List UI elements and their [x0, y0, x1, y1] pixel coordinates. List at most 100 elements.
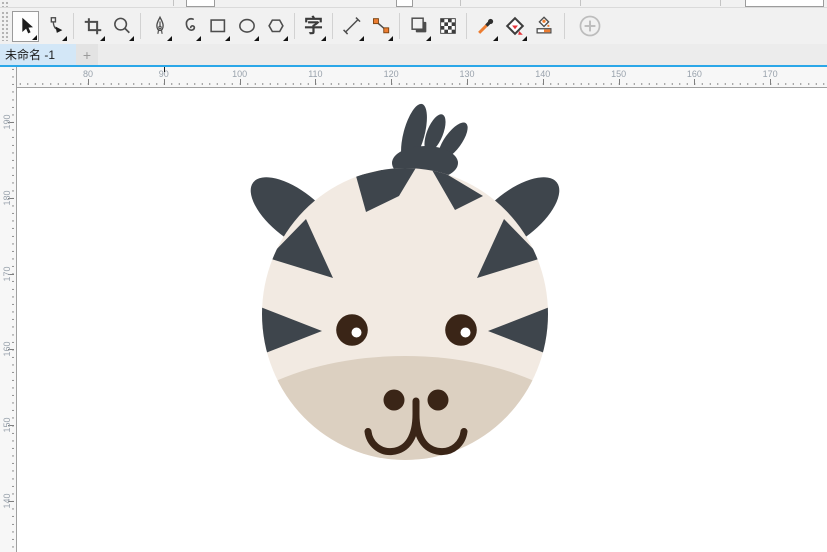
polygon-tool[interactable] — [262, 11, 289, 42]
pen-tool[interactable] — [146, 11, 173, 42]
toolbox: 字 — [0, 8, 827, 44]
interactive-fill-icon — [505, 16, 524, 36]
drawing-page[interactable] — [17, 88, 827, 552]
document-tab-bar: 未命名 -1 + — [0, 44, 827, 65]
right-eye-highlight — [460, 327, 471, 338]
bspline-icon — [185, 17, 195, 31]
smart-fill-icon — [535, 16, 552, 34]
document-tab-untitled[interactable]: 未命名 -1 — [0, 44, 76, 65]
interactive-fill-tool[interactable] — [501, 11, 528, 42]
document-tab-label: 未命名 -1 — [5, 48, 56, 62]
h-ruler-major-tick — [88, 79, 89, 85]
left-nostril[interactable] — [383, 389, 405, 411]
h-ruler-label: 130 — [459, 69, 475, 79]
horizontal-ruler-minor-ticks — [17, 83, 827, 85]
vertical-ruler-minor-ticks — [12, 67, 14, 552]
flyout-arrow-icon[interactable] — [283, 35, 288, 41]
flyout-arrow-icon[interactable] — [426, 35, 431, 41]
v-ruler-label: 150 — [2, 417, 12, 433]
h-ruler-major-tick — [694, 79, 696, 85]
flyout-arrow-icon[interactable] — [493, 35, 498, 41]
property-bar-separator — [460, 0, 461, 6]
ruler-cursor-position-marker — [164, 67, 165, 72]
flyout-arrow-icon[interactable] — [522, 35, 527, 41]
polygon-icon — [267, 19, 284, 33]
v-ruler-label: 180 — [2, 190, 12, 206]
pen-icon — [155, 15, 164, 34]
zoom-tool[interactable] — [108, 11, 135, 42]
application-window: 字 未命名 -1 + 80 90 100 110 120 130 140 150 160 170 … — [0, 0, 827, 552]
smart-fill-tool[interactable] — [530, 11, 557, 42]
contour-icon — [410, 17, 426, 33]
property-bar-combobox-fragment — [745, 0, 824, 7]
toolbar-grip-dots — [1, 11, 8, 41]
h-ruler-major-tick — [239, 79, 241, 85]
flyout-arrow-icon[interactable] — [321, 35, 326, 41]
h-ruler-major-tick — [618, 79, 620, 85]
bspline-tool[interactable] — [175, 11, 202, 42]
text-tool[interactable]: 字 — [300, 11, 327, 42]
h-ruler-label: 140 — [535, 69, 551, 79]
h-ruler-label: 80 — [82, 69, 94, 79]
muzzle[interactable] — [205, 356, 605, 552]
left-eye-highlight — [351, 327, 362, 338]
dimension-tool[interactable] — [338, 11, 365, 42]
pick-tool[interactable] — [12, 10, 39, 42]
rectangle-tool[interactable] — [204, 11, 231, 42]
property-bar-separator — [580, 0, 581, 6]
flyout-arrow-icon[interactable] — [254, 35, 259, 41]
toolbar-grip-dots — [1, 1, 8, 7]
connector-tool[interactable] — [367, 11, 394, 42]
plus-circle-icon — [579, 15, 600, 37]
rectangle-icon — [209, 19, 225, 33]
flyout-arrow-icon[interactable] — [388, 35, 393, 41]
h-ruler-label: 160 — [686, 69, 702, 79]
property-bar-combobox-fragment — [396, 0, 413, 7]
horizontal-ruler[interactable]: 80 90 100 110 120 130 140 150 160 170 — [17, 67, 827, 88]
h-ruler-major-tick — [542, 79, 544, 85]
h-ruler-major-tick — [467, 79, 468, 85]
crop-tool[interactable] — [79, 11, 106, 42]
h-ruler-label: 170 — [762, 69, 778, 79]
connector-icon — [372, 18, 389, 34]
right-nostril[interactable] — [427, 389, 449, 411]
new-document-tab-button[interactable]: + — [76, 44, 98, 65]
flyout-arrow-icon[interactable] — [196, 35, 201, 41]
toolbar-separator — [140, 13, 141, 39]
flyout-arrow-icon[interactable] — [129, 35, 134, 41]
flyout-arrow-icon[interactable] — [167, 35, 172, 41]
h-ruler-label: 120 — [383, 69, 399, 79]
toolbar-separator — [399, 13, 400, 39]
cow-face-artwork[interactable] — [17, 88, 827, 552]
transparency-tool[interactable] — [434, 11, 461, 42]
flyout-arrow-icon[interactable] — [225, 35, 230, 41]
property-bar-separator — [720, 0, 721, 6]
h-ruler-label: 110 — [308, 69, 323, 79]
vertical-ruler[interactable]: 190 180 170 160 150 140 — [0, 67, 17, 552]
flyout-arrow-icon[interactable] — [32, 34, 37, 40]
ellipse-tool[interactable] — [233, 11, 260, 42]
right-eye[interactable] — [445, 314, 477, 346]
left-eye[interactable] — [336, 314, 368, 346]
v-ruler-label: 190 — [2, 114, 12, 130]
h-ruler-major-tick — [770, 79, 772, 85]
plus-icon: + — [82, 46, 92, 63]
h-ruler-label: 100 — [232, 69, 248, 79]
toolbar-separator — [564, 13, 565, 39]
v-ruler-label: 160 — [2, 341, 12, 357]
property-bar-fragment — [0, 0, 827, 8]
property-bar-combobox-fragment — [186, 0, 215, 7]
v-ruler-label: 170 — [2, 266, 12, 282]
crop-icon — [84, 18, 101, 35]
h-ruler-major-tick — [315, 79, 317, 85]
shape-icon — [50, 17, 62, 33]
contour-tool[interactable] — [405, 11, 432, 42]
flyout-arrow-icon[interactable] — [100, 35, 105, 41]
zoom-icon — [113, 17, 130, 34]
flyout-arrow-icon[interactable] — [359, 35, 364, 41]
color-eyedropper-tool[interactable] — [472, 11, 499, 42]
add-tool-button[interactable] — [576, 11, 603, 42]
flyout-arrow-icon[interactable] — [62, 35, 67, 41]
shape-tool[interactable] — [41, 11, 68, 42]
h-ruler-major-tick — [163, 79, 165, 85]
